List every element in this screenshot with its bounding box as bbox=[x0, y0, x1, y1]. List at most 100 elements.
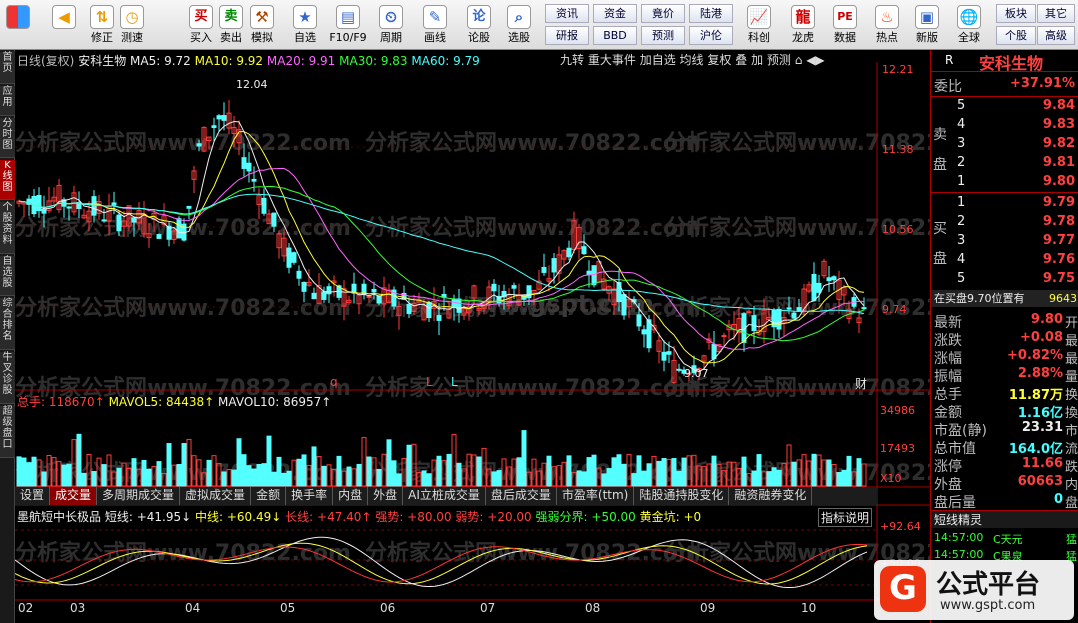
level-num: 2 bbox=[957, 214, 966, 229]
side-tab-stock-info[interactable]: 个股资料 bbox=[0, 202, 15, 254]
buy-level-row[interactable]: 4 9.76 bbox=[931, 252, 1078, 270]
toolbar-fix-button[interactable]: ⇅ 修正 bbox=[88, 2, 116, 48]
tab-ai-volume[interactable]: AI立桩成交量 bbox=[403, 487, 486, 505]
queue-row: 在买盘9.70位置有 9643 bbox=[931, 290, 1078, 307]
candle-body bbox=[301, 281, 307, 292]
btn-adjust[interactable]: 复权 bbox=[707, 53, 731, 67]
toolbar-discuss-button[interactable]: 论论股 bbox=[462, 2, 496, 48]
tab-multi-period-volume[interactable]: 多周期成交量 bbox=[97, 487, 181, 505]
toolbar-draw-button[interactable]: ✎ 画线 bbox=[418, 2, 452, 48]
side-tab-diagnose[interactable]: 牛叉诊股 bbox=[0, 352, 15, 404]
toolbar-data-button[interactable]: PE 数据 bbox=[828, 2, 862, 48]
btn-auction[interactable]: 竟价 bbox=[641, 4, 685, 23]
sell-level-row[interactable]: 3 9.82 bbox=[931, 136, 1078, 154]
toolbar-star-market-button[interactable]: 📈 科创 bbox=[742, 2, 776, 48]
side-tab-home[interactable]: 首页 bbox=[0, 52, 15, 84]
ma20-value: MA20: 9.91 bbox=[266, 54, 336, 68]
btn-advanced[interactable]: 高级 bbox=[1037, 26, 1075, 45]
ma60-value: MA60: 9.79 bbox=[411, 54, 480, 68]
tab-margin[interactable]: 融资融券变化 bbox=[729, 487, 813, 505]
low-price-label: 9.07 bbox=[684, 367, 709, 380]
sell-level-row[interactable]: 1 9.80 bbox=[931, 174, 1078, 192]
tab-after-hours[interactable]: 盘后成交量 bbox=[486, 487, 557, 505]
buy-level-row[interactable]: 2 9.78 bbox=[931, 214, 1078, 232]
volume-bar bbox=[166, 443, 172, 487]
btn-forecast-chart[interactable]: 预测 bbox=[767, 53, 791, 67]
btn-research[interactable]: 研报 bbox=[545, 26, 589, 45]
btn-hk[interactable]: 陆港 bbox=[689, 4, 733, 23]
toolbar-sell-button[interactable]: 卖卖出 bbox=[217, 2, 245, 48]
tab-inner[interactable]: 内盘 bbox=[333, 487, 369, 505]
mark-q[interactable]: q bbox=[330, 375, 338, 389]
sell-level-row[interactable]: 4 9.83 bbox=[931, 117, 1078, 135]
kline-chart-area[interactable]: 分析家公式网www.70822.com 分析家公式网www.70822.com 分析… bbox=[15, 50, 930, 623]
toolbar-watchlist-button[interactable]: ★ 自选 bbox=[288, 2, 322, 48]
nav-arrow-icon[interactable]: ◀▶ bbox=[806, 53, 824, 67]
volume-bar bbox=[261, 463, 267, 487]
buy-level-row[interactable]: 3 9.77 bbox=[931, 233, 1078, 251]
side-tab-super-quote[interactable]: 超级盘口 bbox=[0, 406, 15, 458]
btn-forecast[interactable]: 预测 bbox=[641, 26, 685, 45]
toolbar-dragon-button[interactable]: 龍龙虎 bbox=[786, 2, 820, 48]
indicator-help-button[interactable]: 指标说明 bbox=[818, 508, 873, 527]
buy-level-row[interactable]: 1 9.79 bbox=[931, 195, 1078, 213]
btn-overlay[interactable]: 叠 bbox=[735, 53, 747, 67]
tab-pe-ttm[interactable]: 市盈率(ttm) bbox=[557, 487, 635, 505]
btn-major-events[interactable]: 重大事件 bbox=[588, 53, 636, 67]
tab-amount[interactable]: 金额 bbox=[251, 487, 287, 505]
btn-other[interactable]: 其它 bbox=[1037, 4, 1075, 23]
volume-bar bbox=[446, 453, 452, 487]
btn-ma[interactable]: 均线 bbox=[680, 53, 704, 67]
btn-news[interactable]: 资讯 bbox=[545, 4, 589, 23]
indicator-name[interactable]: 墨航短中长极品 bbox=[17, 510, 101, 524]
tab-turnover[interactable]: 换手率 bbox=[286, 487, 334, 505]
toolbar-speed-button[interactable]: ◷ 测速 bbox=[118, 2, 146, 48]
toolbar-back-button[interactable]: ◀ bbox=[50, 2, 78, 48]
btn-add[interactable]: 加 bbox=[751, 53, 763, 67]
toolbar-grid-button[interactable] bbox=[5, 2, 31, 48]
btn-stock[interactable]: 个股 bbox=[996, 26, 1036, 45]
level-num: 1 bbox=[957, 195, 966, 210]
toolbar-select-stock-button[interactable]: ⌕ 选股 bbox=[502, 2, 536, 48]
mark-financial[interactable]: 财 bbox=[855, 375, 867, 392]
ma30-value: MA30: 9.83 bbox=[339, 54, 408, 68]
side-tab-watchlist[interactable]: 自选股 bbox=[0, 256, 15, 296]
toolbar-new-version-button[interactable]: ▣ 新版 bbox=[910, 2, 944, 48]
toolbar-f10-button[interactable]: ▤ F10/F9 bbox=[328, 2, 368, 48]
tab-settings[interactable]: 设置 bbox=[15, 487, 51, 505]
toolbar-period-button[interactable]: ⏲ 周期 bbox=[374, 2, 408, 48]
btn-shanghai-london[interactable]: 沪伦 bbox=[689, 26, 733, 45]
mark-l-2[interactable]: L bbox=[451, 375, 458, 389]
toolbar-hot-button[interactable]: ♨ 热点 bbox=[870, 2, 904, 48]
buy-level-row[interactable]: 5 9.75 bbox=[931, 271, 1078, 289]
btn-add-watch[interactable]: 加自选 bbox=[640, 53, 676, 67]
sell-level-row[interactable]: 5 9.84 bbox=[931, 98, 1078, 116]
toolbar-globe-button[interactable]: 🌐 全球 bbox=[952, 2, 986, 48]
candle-body bbox=[116, 214, 122, 232]
side-tab-kline[interactable]: K线图 bbox=[0, 160, 15, 200]
tab-virtual-volume[interactable]: 虚拟成交量 bbox=[180, 487, 252, 505]
mark-l-1[interactable]: L bbox=[426, 375, 433, 389]
candle-body bbox=[676, 368, 682, 371]
ma10-value: MA10: 9.92 bbox=[194, 54, 264, 68]
candle-body bbox=[366, 295, 372, 298]
tab-outer[interactable]: 外盘 bbox=[368, 487, 404, 505]
toolbar-buy-button[interactable]: 买买入 bbox=[187, 2, 215, 48]
tab-stock-connect[interactable]: 陆股通持股变化 bbox=[634, 487, 730, 505]
volume-bar bbox=[456, 462, 462, 487]
kline-period[interactable]: 日线(复权) bbox=[17, 54, 74, 68]
tab-volume[interactable]: 成交量 bbox=[50, 487, 98, 505]
btn-fund[interactable]: 资金 bbox=[593, 4, 637, 23]
toolbar-watchlist-label: 自选 bbox=[294, 31, 316, 44]
short-elf-item[interactable]: 14:57:00 C天元 猛 bbox=[931, 531, 1078, 549]
btn-sector[interactable]: 板块 bbox=[996, 4, 1036, 23]
toolbar-sim-button[interactable]: ⚒ 模拟 bbox=[248, 2, 276, 48]
lock-icon[interactable]: ⌂ bbox=[795, 53, 803, 67]
side-tab-ranking[interactable]: 综合排名 bbox=[0, 298, 15, 350]
sell-level-row[interactable]: 2 9.81 bbox=[931, 155, 1078, 173]
volume-bar bbox=[206, 459, 212, 487]
side-tab-timeshare[interactable]: 分时图 bbox=[0, 118, 15, 158]
side-tab-apps[interactable]: 应用 bbox=[0, 86, 15, 116]
btn-nine-turn[interactable]: 九转 bbox=[560, 53, 584, 67]
btn-bbd[interactable]: BBD bbox=[593, 26, 637, 45]
